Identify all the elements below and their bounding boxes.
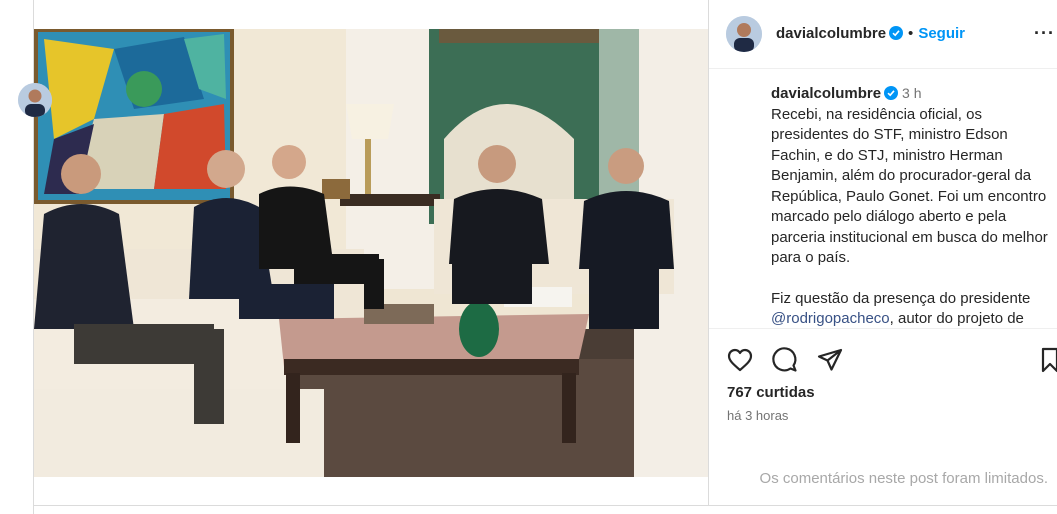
page-bottom-border bbox=[33, 505, 1057, 506]
verified-badge-icon bbox=[884, 86, 899, 100]
paper-plane-icon[interactable] bbox=[816, 346, 844, 374]
more-options-icon[interactable]: ··· bbox=[1034, 23, 1055, 44]
heart-icon[interactable] bbox=[726, 346, 754, 374]
avatar[interactable] bbox=[726, 16, 762, 52]
separator: • bbox=[908, 25, 914, 42]
caption: davialcolumbre 3 h Recebi, na residência … bbox=[771, 83, 1051, 326]
username-link[interactable]: davialcolumbre bbox=[776, 25, 886, 42]
mention-link[interactable]: @rodrigopacheco bbox=[771, 310, 890, 326]
caption-text-start: Fiz questão da presença do presidente bbox=[771, 289, 1031, 307]
comments-limited-notice: Os comentários neste post foram limitado… bbox=[709, 470, 1057, 487]
follow-button[interactable]: Seguir bbox=[918, 25, 965, 42]
comment-icon[interactable] bbox=[771, 346, 799, 374]
post-photo[interactable] bbox=[34, 29, 708, 477]
caption-paragraph-1: Recebi, na residência oficial, os presid… bbox=[771, 105, 1048, 267]
post-time: 3 h bbox=[902, 85, 922, 101]
comments-limited-text: Os comentários neste post foram limitado… bbox=[759, 470, 1048, 487]
caption-avatar[interactable] bbox=[18, 83, 52, 117]
post-header: davialcolumbre • Seguir ··· bbox=[709, 0, 1057, 69]
caption-username[interactable]: davialcolumbre bbox=[771, 85, 881, 102]
caption-paragraph-2: Fiz questão da presença do presidente @r… bbox=[771, 289, 1051, 327]
bookmark-icon[interactable] bbox=[1039, 346, 1057, 374]
post-date: há 3 horas bbox=[727, 408, 789, 423]
caption-text-end: , autor do projeto de bbox=[889, 310, 1024, 326]
actions-bar: 767 curtidas há 3 horas bbox=[709, 328, 1057, 479]
meeting-room-photo bbox=[34, 29, 708, 477]
verified-badge-icon bbox=[889, 26, 904, 40]
likes-count[interactable]: 767 curtidas bbox=[727, 384, 815, 401]
